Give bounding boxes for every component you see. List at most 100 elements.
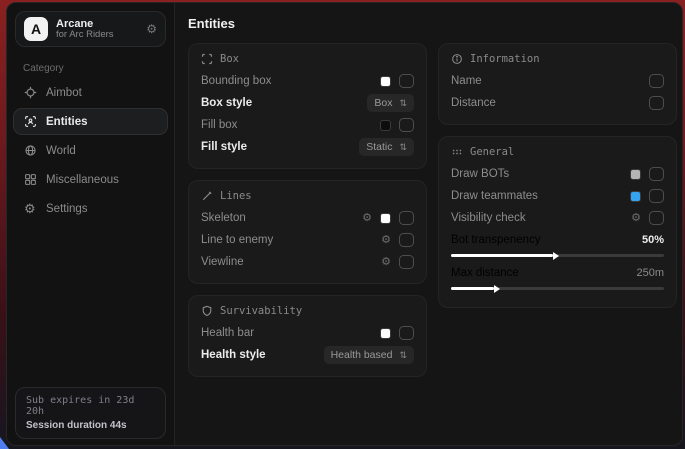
skeleton-color-swatch[interactable]: [380, 213, 391, 224]
panel-title-label: Lines: [220, 190, 252, 202]
name-checkbox[interactable]: [649, 74, 664, 88]
sub-expires-text: Sub expires in 23d 20h: [26, 395, 155, 417]
draw-teammates-row: Draw teammates: [451, 185, 664, 207]
draw-bots-checkbox[interactable]: [649, 167, 664, 181]
bot-transparency-label: Bot transpenency: [451, 234, 541, 246]
skeleton-label: Skeleton: [201, 212, 246, 224]
info-icon: [451, 53, 463, 65]
viewline-settings-gear-icon[interactable]: ⚙: [381, 257, 391, 268]
app-header-card: A Arcane for Arc Riders ⚙: [15, 11, 166, 47]
box-panel-title: Box: [201, 53, 414, 65]
page-title: Entities: [188, 16, 677, 31]
name-row: Name: [451, 70, 664, 92]
fill-box-checkbox[interactable]: [399, 118, 414, 132]
sidebar-item-label: Settings: [46, 203, 88, 215]
sidebar: A Arcane for Arc Riders ⚙ Category Aimbo…: [7, 3, 175, 445]
max-distance-slider-block: Max distance 250m: [451, 264, 664, 290]
shield-icon: [201, 305, 213, 317]
sidebar-item-aimbot[interactable]: Aimbot: [13, 79, 168, 106]
health-style-row: Health style Health based ⇅: [201, 344, 414, 366]
sidebar-item-label: Aimbot: [46, 87, 82, 99]
box-panel: Box Bounding box Box style Box ⇅: [188, 43, 427, 169]
dropdown-value: Static: [366, 141, 392, 153]
information-panel-title: Information: [451, 53, 664, 65]
chevron-updown-icon: ⇅: [399, 350, 407, 361]
fill-box-label: Fill box: [201, 119, 237, 131]
panel-title-label: Survivability: [220, 305, 302, 317]
app-subtitle: for Arc Riders: [56, 30, 138, 40]
app-name: Arcane: [56, 18, 138, 30]
skeleton-checkbox[interactable]: [399, 211, 414, 225]
sidebar-item-entities[interactable]: Entities: [13, 108, 168, 135]
skeleton-settings-gear-icon[interactable]: ⚙: [362, 213, 372, 224]
visibility-check-checkbox[interactable]: [649, 211, 664, 225]
line-to-enemy-settings-gear-icon[interactable]: ⚙: [381, 235, 391, 246]
name-label: Name: [451, 75, 482, 87]
crosshair-icon: [24, 86, 37, 99]
general-panel: General Draw BOTs Draw teammates: [438, 136, 677, 308]
box-style-dropdown[interactable]: Box ⇅: [367, 94, 414, 112]
bounding-box-color-swatch[interactable]: [380, 76, 391, 87]
fill-box-color-swatch[interactable]: [380, 120, 391, 131]
dropdown-value: Health based: [331, 349, 393, 361]
app-titles: Arcane for Arc Riders: [56, 18, 138, 41]
slider-fill[interactable]: [451, 287, 494, 290]
sidebar-item-settings[interactable]: ⚙ Settings: [13, 195, 168, 222]
visibility-check-settings-gear-icon[interactable]: ⚙: [631, 213, 641, 224]
dropdown-value: Box: [374, 97, 392, 109]
draw-bots-label: Draw BOTs: [451, 168, 509, 180]
draw-teammates-checkbox[interactable]: [649, 189, 664, 203]
skeleton-row: Skeleton ⚙: [201, 207, 414, 229]
pencil-line-icon: [201, 190, 213, 202]
box-style-row: Box style Box ⇅: [201, 92, 414, 114]
health-style-label: Health style: [201, 349, 266, 361]
bounding-box-label: Bounding box: [201, 75, 271, 87]
distance-checkbox[interactable]: [649, 96, 664, 110]
information-panel: Information Name Distance: [438, 43, 677, 125]
left-column: Box Bounding box Box style Box ⇅: [188, 43, 427, 377]
panel-title-label: Information: [470, 53, 540, 65]
lines-panel-title: Lines: [201, 190, 414, 202]
viewline-checkbox[interactable]: [399, 255, 414, 269]
dots-grid-icon: [451, 146, 463, 158]
sidebar-item-label: World: [46, 145, 76, 157]
panel-title-label: Box: [220, 53, 239, 65]
line-to-enemy-checkbox[interactable]: [399, 233, 414, 247]
draw-bots-row: Draw BOTs: [451, 163, 664, 185]
viewline-label: Viewline: [201, 256, 244, 268]
grid-icon: [24, 173, 37, 186]
chevron-updown-icon: ⇅: [399, 142, 407, 153]
health-bar-row: Health bar: [201, 322, 414, 344]
visibility-check-label: Visibility check: [451, 212, 526, 224]
header-gear-icon[interactable]: ⚙: [146, 22, 157, 36]
draw-bots-color-swatch[interactable]: [630, 169, 641, 180]
draw-teammates-color-swatch[interactable]: [630, 191, 641, 202]
health-bar-color-swatch[interactable]: [380, 328, 391, 339]
health-style-dropdown[interactable]: Health based ⇅: [324, 346, 414, 364]
max-distance-slider[interactable]: [451, 287, 664, 290]
sidebar-item-miscellaneous[interactable]: Miscellaneous: [13, 166, 168, 193]
slider-fill[interactable]: [451, 254, 553, 257]
draw-teammates-label: Draw teammates: [451, 190, 538, 202]
cursor-pointer: [0, 437, 9, 449]
fill-style-row: Fill style Static ⇅: [201, 136, 414, 158]
bot-transparency-value: 50%: [642, 234, 664, 246]
line-to-enemy-row: Line to enemy ⚙: [201, 229, 414, 251]
visibility-check-row: Visibility check ⚙: [451, 207, 664, 229]
sidebar-item-world[interactable]: World: [13, 137, 168, 164]
sidebar-item-label: Miscellaneous: [46, 174, 119, 186]
right-column: Information Name Distance: [438, 43, 677, 308]
health-bar-label: Health bar: [201, 327, 254, 339]
survivability-panel-title: Survivability: [201, 305, 414, 317]
panel-title-label: General: [470, 146, 514, 158]
arcane-window: A Arcane for Arc Riders ⚙ Category Aimbo…: [6, 2, 683, 446]
chevron-updown-icon: ⇅: [399, 98, 407, 109]
bounding-box-checkbox[interactable]: [399, 74, 414, 88]
session-duration-text: Session duration 44s: [26, 420, 155, 431]
fill-style-dropdown[interactable]: Static ⇅: [359, 138, 414, 156]
bot-transparency-slider[interactable]: [451, 254, 664, 257]
main-content: Entities Box Bounding box: [175, 3, 683, 445]
globe-icon: [24, 144, 37, 157]
health-bar-checkbox[interactable]: [399, 326, 414, 340]
bounding-box-row: Bounding box: [201, 70, 414, 92]
